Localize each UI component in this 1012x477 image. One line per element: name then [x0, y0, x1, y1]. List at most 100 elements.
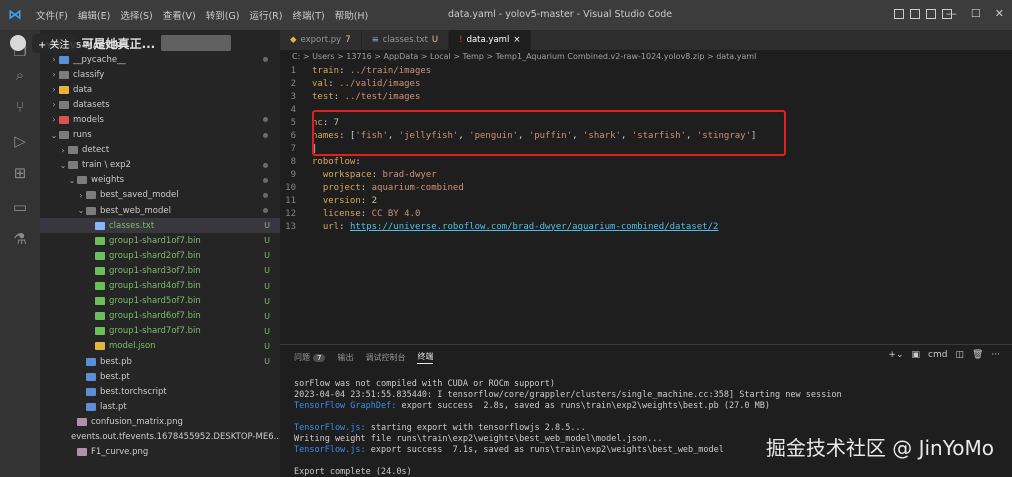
panel-tabs: 问题 7 输出 调试控制台 终端 [294, 351, 434, 364]
folder-icon [68, 161, 78, 170]
menu-go[interactable]: 转到(G) [206, 8, 240, 22]
terminal-output[interactable]: sorFlow was not compiled with CUDA or RO… [294, 379, 842, 477]
code-editor[interactable]: 1 train: ../train/images 2 val: ../valid/i… [280, 62, 1012, 344]
tree-item[interactable]: classes.txt U [40, 218, 280, 234]
maximize-icon[interactable]: ☐ [971, 7, 981, 20]
tree-item[interactable]: ⌄ runs [40, 128, 280, 143]
tree-item[interactable]: best.torchscript [40, 384, 280, 399]
tree-item-label: model.json [109, 341, 156, 352]
tree-item[interactable]: › __pycache__ [40, 52, 280, 67]
menu-selection[interactable]: 选择(S) [120, 8, 152, 22]
yaml-value: brad-dwyer [377, 169, 437, 180]
toggle-secondary-sidebar-icon[interactable] [926, 9, 936, 19]
tab-debug-console[interactable]: 调试控制台 [365, 352, 405, 363]
tree-item[interactable]: group1-shard3of7.bin U [40, 263, 280, 278]
follow-button[interactable]: + 关注 [32, 33, 76, 53]
folder-icon [59, 85, 69, 94]
toggle-panel-icon[interactable] [910, 9, 920, 19]
yaml-value: 2 [366, 195, 378, 206]
tree-item[interactable]: ⌄ train \ exp2 [40, 158, 280, 173]
tree-item-label: last.pt [100, 401, 127, 412]
menu-run[interactable]: 运行(R) [249, 8, 282, 22]
menu-terminal[interactable]: 终端(T) [292, 8, 324, 22]
file-icon [95, 236, 105, 245]
yaml-key: version [322, 195, 361, 206]
tree-item[interactable]: group1-shard7of7.bin U [40, 324, 280, 339]
chevron-icon: › [79, 190, 83, 200]
tree-item[interactable]: › detect [40, 143, 280, 158]
run-debug-icon[interactable]: ▷ [11, 132, 29, 150]
tab-problems[interactable]: 问题 7 [294, 352, 326, 363]
tree-item[interactable]: group1-shard4of7.bin U [40, 279, 280, 294]
close-icon[interactable]: ✕ [995, 7, 1004, 20]
tab-close-icon[interactable]: × [513, 35, 520, 45]
terminal-line: TensorFlow GraphDef: export success 2.8s… [294, 401, 842, 412]
tree-item[interactable]: › models [40, 112, 280, 127]
extensions-icon[interactable]: ⊞ [11, 164, 29, 182]
file-icon [95, 266, 105, 275]
tab-badge: 7 [345, 35, 351, 45]
tree-item-label: confusion_matrix.png [91, 416, 183, 427]
tree-item[interactable]: ⌄ best_web_model [40, 203, 280, 218]
terminal-text: export success 7.1s, saved as runs\train… [365, 445, 724, 455]
terminal-prefix: TensorFlow.js: [294, 423, 366, 433]
tree-item[interactable]: events.out.tfevents.1678455952.DESKTOP-M… [40, 430, 280, 445]
tree-item[interactable]: best.pb U [40, 354, 280, 369]
tab-output[interactable]: 输出 [337, 352, 353, 363]
tab-terminal[interactable]: 终端 [417, 351, 434, 364]
file-icon [95, 312, 105, 321]
tree-item-label: detect [82, 145, 110, 156]
tree-item[interactable]: ⌄ weights [40, 173, 280, 188]
tree-item[interactable]: › classify [40, 67, 280, 82]
tree-item[interactable]: best.pt [40, 369, 280, 384]
shell-label[interactable]: cmd [928, 350, 947, 360]
file-icon [77, 417, 87, 426]
menu-view[interactable]: 查看(V) [163, 8, 196, 22]
tree-item[interactable]: model.json U [40, 339, 280, 354]
tree-item-label: group1-shard1of7.bin [109, 235, 201, 246]
chevron-icon: ⌄ [59, 160, 67, 170]
text-file-icon: ≡ [371, 35, 379, 45]
remote-explorer-icon[interactable]: ▭ [11, 198, 29, 216]
split-terminal-icon[interactable]: ◫ [955, 350, 964, 360]
tab-classes-txt[interactable]: ≡ classes.txt U [362, 30, 450, 50]
tree-item-label: runs [73, 130, 92, 140]
search-icon[interactable]: ⌕ [11, 66, 29, 84]
tree-item[interactable]: › best_saved_model [40, 188, 280, 203]
tree-item[interactable]: › data [40, 82, 280, 97]
tree-item[interactable]: last.pt [40, 399, 280, 414]
tree-item-label: __pycache__ [73, 54, 126, 65]
tree-item[interactable]: group1-shard1of7.bin U [40, 233, 280, 248]
yaml-key: train [312, 65, 340, 76]
toggle-sidebar-icon[interactable] [894, 9, 904, 19]
tab-data-yaml[interactable]: ! data.yaml × [449, 30, 532, 50]
menu-file[interactable]: 文件(F) [36, 8, 68, 22]
tree-item[interactable]: F1_curve.png [40, 445, 280, 460]
avatar[interactable] [10, 35, 26, 51]
folder-icon [77, 176, 87, 185]
colon: : [339, 221, 350, 232]
code-line-8: 8 roboflow: [290, 156, 361, 167]
tree-item[interactable]: group1-shard2of7.bin U [40, 248, 280, 263]
tree-item[interactable]: group1-shard5of7.bin U [40, 294, 280, 309]
highlight-box [312, 110, 786, 156]
title-bar: ⋈ 文件(F) 编辑(E) 选择(S) 查看(V) 转到(G) 运行(R) 终端… [0, 0, 1012, 30]
tree-item-label: events.out.tfevents.1678455952.DESKTOP-M… [71, 432, 280, 442]
new-terminal-icon[interactable]: +⌄ [888, 350, 903, 360]
git-status: U [264, 357, 270, 366]
minimize-icon[interactable]: — [946, 7, 957, 20]
testing-flask-icon[interactable]: ⚗ [11, 230, 29, 248]
tree-item[interactable]: › datasets [40, 97, 280, 112]
menu-edit[interactable]: 编辑(E) [78, 8, 110, 22]
more-actions-icon[interactable]: ··· [991, 350, 1000, 360]
tree-item[interactable]: group1-shard6of7.bin U [40, 309, 280, 324]
tree-item[interactable]: confusion_matrix.png [40, 414, 280, 429]
menu-help[interactable]: 帮助(H) [335, 8, 369, 22]
git-status: U [264, 251, 270, 261]
source-control-icon[interactable]: ⑂ [11, 98, 29, 116]
breadcrumb[interactable]: C: > Users > 13716 > AppData > Local > T… [292, 52, 756, 61]
trash-icon[interactable]: 🗑 [972, 350, 983, 360]
url-link[interactable]: https://universe.roboflow.com/brad-dwyer… [350, 222, 718, 232]
git-status: U [264, 266, 270, 276]
tab-export-py[interactable]: ◆ export.py 7 [280, 30, 362, 50]
